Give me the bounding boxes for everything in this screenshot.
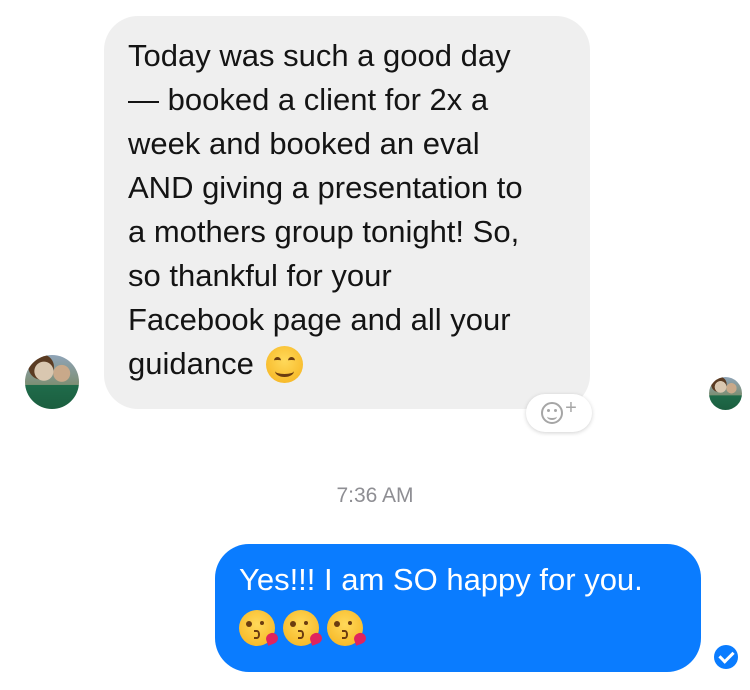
plus-icon: + (565, 397, 577, 419)
contact-avatar[interactable] (25, 355, 79, 409)
message-timestamp: 7:36 AM (336, 484, 414, 507)
add-reaction-button[interactable]: + (526, 394, 592, 432)
incoming-message-line: Facebook page and all your (128, 302, 511, 337)
incoming-message-last-line: guidance (128, 342, 566, 386)
incoming-message-line: week and booked an eval (128, 126, 480, 161)
seen-check-icon (714, 645, 738, 669)
kissing-face-emoji-icon (239, 610, 275, 646)
outgoing-message-bubble[interactable]: Yes!!! I am SO happy for you. (215, 544, 701, 672)
kissing-face-emoji-icon (283, 610, 319, 646)
add-reaction-icon (541, 402, 564, 424)
incoming-message-line: Today was such a good day (128, 38, 511, 73)
read-receipt-avatar (709, 377, 742, 410)
incoming-message-bubble[interactable]: Today was such a good day — booked a cli… (104, 16, 590, 409)
incoming-message-line: guidance (128, 346, 254, 381)
outgoing-message-text: Yes!!! I am SO happy for you. (239, 562, 643, 597)
emoji-row (239, 610, 677, 646)
incoming-message-line: so thankful for your (128, 258, 392, 293)
kissing-face-emoji-icon (327, 610, 363, 646)
incoming-message-line: — booked a client for 2x a (128, 82, 489, 117)
incoming-message-line: a mothers group tonight! So, (128, 214, 520, 249)
smiling-face-emoji-icon (265, 345, 303, 383)
chat-thread: Today was such a good day — booked a cli… (0, 0, 750, 690)
incoming-message-line: AND giving a presentation to (128, 170, 523, 205)
